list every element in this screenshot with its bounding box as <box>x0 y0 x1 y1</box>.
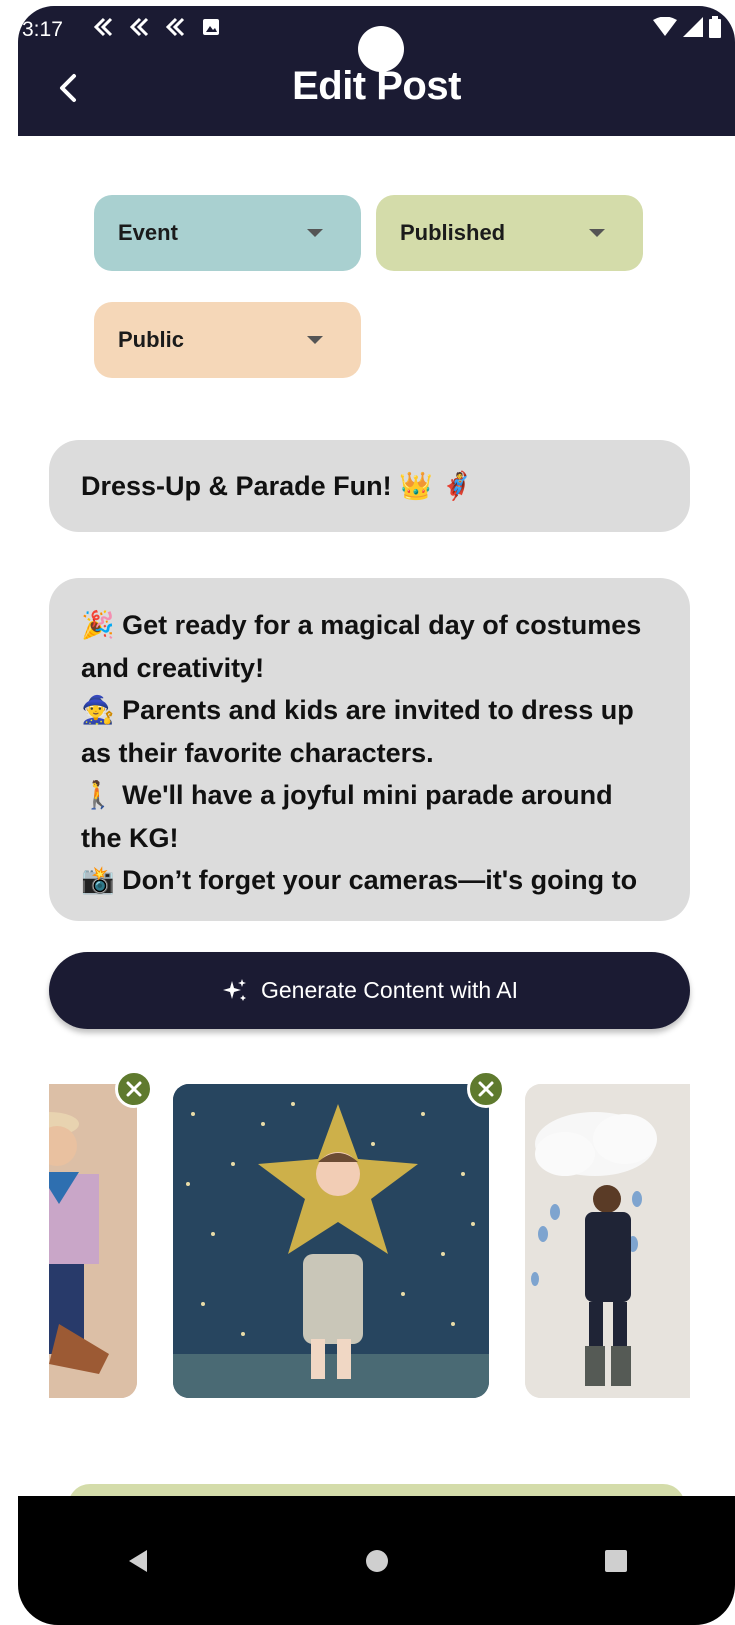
phone-screen: 3:17 Edit Post Event Published Public Dr… <box>18 6 735 1625</box>
battery-icon <box>709 16 721 38</box>
dropdown-caret-icon <box>589 229 605 237</box>
app-bar: 3:17 Edit Post <box>18 6 735 136</box>
post-body-textarea[interactable]: 🎉 Get ready for a magical day of costume… <box>49 578 690 921</box>
remove-image-button[interactable] <box>115 1070 153 1108</box>
dropdown-caret-icon <box>307 229 323 237</box>
close-icon <box>126 1081 142 1097</box>
page-title: Edit Post <box>292 64 461 108</box>
visibility-dropdown[interactable]: Public <box>94 302 361 378</box>
post-body-line: 🧙 Parents and kids are invited to dress … <box>81 695 634 768</box>
app-notification-icon <box>93 17 113 37</box>
wifi-icon <box>653 17 677 36</box>
app-notification-icon <box>165 17 185 37</box>
photo-illustration <box>173 1084 489 1398</box>
generate-ai-label: Generate Content with AI <box>261 977 518 1003</box>
status-dropdown-value: Published <box>400 220 506 245</box>
signal-icon <box>683 17 703 37</box>
post-title-input[interactable]: Dress-Up & Parade Fun! 👑 🦸 <box>49 440 690 532</box>
type-dropdown[interactable]: Event <box>94 195 361 271</box>
nav-recents-icon[interactable] <box>601 1546 631 1576</box>
post-body-line: 📸 Don’t forget your cameras—it's going t… <box>81 865 638 895</box>
status-time: 3:17 <box>22 18 63 41</box>
photo-illustration <box>525 1084 690 1398</box>
app-notification-icon <box>129 17 149 37</box>
generate-ai-button[interactable]: Generate Content with AI <box>49 952 690 1029</box>
close-icon <box>478 1081 494 1097</box>
nav-home-icon[interactable] <box>362 1546 392 1576</box>
status-dropdown[interactable]: Published <box>376 195 643 271</box>
status-notification-icons <box>90 14 224 40</box>
post-body-line: 🎉 Get ready for a magical day of costume… <box>81 610 642 683</box>
cowboy-costume-photo[interactable] <box>49 1084 137 1398</box>
star-costume-photo[interactable] <box>173 1084 489 1398</box>
type-dropdown-value: Event <box>118 220 178 245</box>
status-system-icons <box>653 16 721 38</box>
image-notification-icon <box>203 19 219 35</box>
system-nav-bar <box>18 1496 735 1625</box>
rain-cloud-costume-photo[interactable] <box>525 1084 690 1398</box>
nav-back-icon[interactable] <box>123 1546 153 1576</box>
visibility-dropdown-value: Public <box>118 327 185 352</box>
remove-image-button[interactable] <box>467 1070 505 1108</box>
sparkle-icon <box>223 978 246 1001</box>
image-carousel[interactable] <box>49 1068 690 1408</box>
post-body-line: 🚶 We'll have a joyful mini parade around… <box>81 780 613 853</box>
post-title-value: Dress-Up & Parade Fun! 👑 🦸 <box>81 471 474 501</box>
dropdown-caret-icon <box>307 336 323 344</box>
photo-illustration <box>49 1084 137 1398</box>
